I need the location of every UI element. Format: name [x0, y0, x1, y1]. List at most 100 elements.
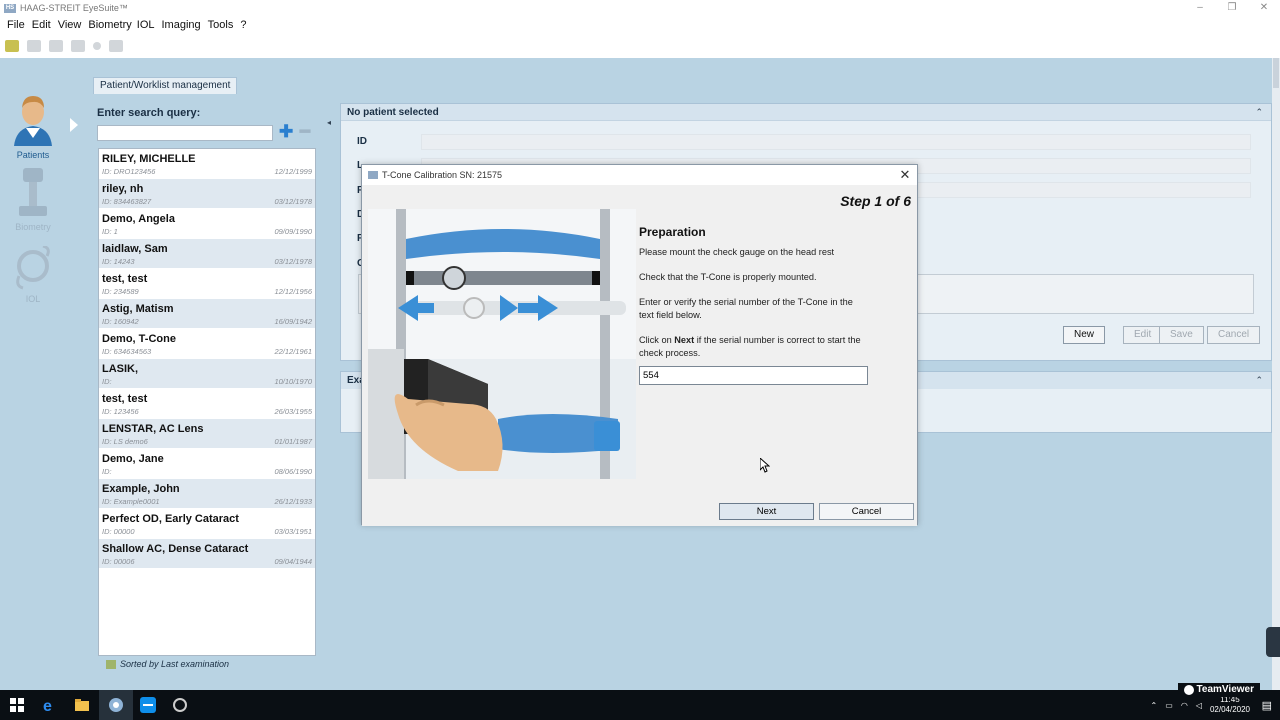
patient-id: ID: 1	[102, 227, 118, 236]
app-logo: HS	[4, 3, 16, 13]
network-icon[interactable]	[109, 39, 123, 52]
serial-number-input[interactable]	[639, 366, 868, 385]
menu-bar: File Edit View Biometry IOL Imaging Tool…	[0, 16, 1280, 33]
patient-id: ID:	[102, 467, 112, 476]
dialog-close-icon[interactable]: ✕	[897, 167, 913, 183]
print-icon[interactable]	[49, 39, 63, 52]
cancel-button[interactable]: Cancel	[819, 503, 914, 520]
patient-row[interactable]: RILEY, MICHELLE ID: DRO123456 12/12/1999	[99, 149, 315, 179]
instruction-1: Please mount the check gauge on the head…	[639, 247, 835, 257]
add-patient-icon[interactable]: ✚	[279, 123, 293, 141]
patient-row[interactable]: Demo, Jane ID: 08/06/1990	[99, 449, 315, 479]
splitter-arrow-icon[interactable]: ◂	[327, 118, 331, 127]
file-explorer-icon[interactable]	[73, 696, 91, 714]
patient-name: test, test	[102, 393, 148, 405]
new-button[interactable]: New	[1063, 326, 1106, 344]
close-window-icon[interactable]: ✕	[1248, 0, 1280, 16]
tab-patient-worklist[interactable]: Patient/Worklist management	[93, 77, 238, 94]
patient-row[interactable]: LASIK, ID: 10/10/1970	[99, 359, 315, 389]
menu-edit[interactable]: Edit	[32, 19, 51, 31]
nav-iol[interactable]: IOL	[10, 244, 56, 304]
patient-row[interactable]: Perfect OD, Early Cataract ID: 00000 03/03…	[99, 509, 315, 539]
menu-view[interactable]: View	[58, 19, 82, 31]
menu-help[interactable]: ?	[240, 19, 246, 31]
dialog-logo-icon	[368, 171, 378, 179]
menu-imaging[interactable]: Imaging	[162, 19, 201, 31]
network-tray-icon[interactable]: ▭	[1165, 701, 1173, 710]
menu-file[interactable]: File	[7, 19, 25, 31]
patient-row[interactable]: Astig, Matism ID: 160942 16/09/1942	[99, 299, 315, 329]
windows-start-icon[interactable]	[8, 696, 26, 714]
patient-dob: 12/12/1999	[274, 167, 312, 176]
patient-id: ID: 634634563	[102, 347, 152, 356]
teamviewer-badge[interactable]: TeamViewer	[1177, 683, 1260, 697]
patient-row[interactable]: test, test ID: 123456 26/03/1955	[99, 389, 315, 419]
patient-dob: 09/09/1990	[274, 227, 312, 236]
vertical-scrollbar[interactable]	[1272, 58, 1280, 690]
save-icon[interactable]	[27, 39, 41, 52]
nav-collapse-arrow-icon[interactable]	[70, 118, 78, 132]
cancel-details-button[interactable]: Cancel	[1207, 326, 1261, 344]
patient-dob: 03/12/1978	[274, 257, 312, 266]
patient-dob: 03/03/1951	[274, 527, 312, 536]
minimize-icon[interactable]: –	[1184, 0, 1216, 16]
collapse-exam-icon[interactable]: ⌃	[1255, 375, 1263, 386]
nav-biometry[interactable]: Biometry	[10, 166, 56, 232]
sort-indicator[interactable]: Sorted by Last examination	[106, 659, 229, 669]
clock[interactable]: 11:45 02/04/2020	[1210, 695, 1250, 715]
sort-label: Sorted by Last examination	[120, 659, 230, 669]
patient-row[interactable]: LENSTAR, AC Lens ID: LS demo6 01/01/1987	[99, 419, 315, 449]
edge-browser-icon[interactable]: e	[41, 696, 59, 714]
patient-id: ID: Example0001	[102, 497, 160, 506]
tcone-calibration-dialog: T-Cone Calibration SN: 21575 ✕ Step 1 of…	[361, 164, 918, 526]
patient-row[interactable]: Demo, Angela ID: 1 09/09/1990	[99, 209, 315, 239]
patient-id: ID: 234589	[102, 287, 139, 296]
nav-patients[interactable]: Patients	[10, 90, 56, 160]
menu-biometry[interactable]: Biometry	[88, 19, 131, 31]
teamviewer-taskbar-icon[interactable]	[139, 696, 157, 714]
search-input[interactable]	[97, 125, 273, 141]
details-header: No patient selected	[341, 104, 1271, 121]
patient-dob: 10/10/1970	[274, 377, 312, 386]
mouse-cursor-icon	[760, 458, 770, 473]
patient-row[interactable]: test, test ID: 234589 12/12/1956	[99, 269, 315, 299]
patient-id: ID: LS demo6	[102, 437, 148, 446]
edit-button[interactable]: Edit	[1123, 326, 1163, 344]
tray-chevron-icon[interactable]: ⌃	[1151, 701, 1158, 710]
patient-name: LASIK,	[102, 363, 139, 375]
patient-row[interactable]: Demo, T-Cone ID: 634634563 22/12/1961	[99, 329, 315, 359]
patient-row[interactable]: riley, nh ID: 834463827 03/12/1978	[99, 179, 315, 209]
export-icon[interactable]	[71, 39, 85, 52]
side-panel-handle[interactable]	[1266, 627, 1280, 657]
sort-icon	[106, 659, 116, 669]
patient-id: ID: 00006	[102, 557, 135, 566]
remove-patient-icon[interactable]: ━	[298, 123, 312, 141]
wifi-icon[interactable]: ◠	[1181, 701, 1188, 710]
collapse-details-icon[interactable]: ⌃	[1255, 107, 1263, 118]
record-icon[interactable]	[93, 41, 101, 50]
patient-id: ID: 160942	[102, 317, 139, 326]
patient-row[interactable]: Shallow AC, Dense Cataract ID: 00006 09/04…	[99, 539, 315, 569]
exit-icon[interactable]	[5, 39, 19, 52]
save-button[interactable]: Save	[1159, 326, 1204, 344]
instruction-4-pre: Click on	[639, 335, 675, 345]
step-indicator: Step 1 of 6	[840, 193, 911, 209]
patient-dob: 01/01/1987	[274, 437, 312, 446]
restore-icon[interactable]: ❐	[1216, 0, 1248, 16]
patient-row[interactable]: laidlaw, Sam ID: 14243 03/12/1978	[99, 239, 315, 269]
patient-name: laidlaw, Sam	[102, 243, 168, 255]
volume-icon[interactable]: ◁	[1196, 701, 1202, 710]
instruction-4: Click on Next if the serial number is co…	[639, 334, 869, 360]
menu-tools[interactable]: Tools	[208, 19, 234, 31]
next-button[interactable]: Next	[719, 503, 814, 520]
patient-row[interactable]: Example, John ID: Example0001 26/12/1933	[99, 479, 315, 509]
notifications-icon[interactable]: ▤	[1262, 699, 1272, 712]
patient-id: ID: 00000	[102, 527, 135, 536]
instruction-3: Enter or verify the serial number of the…	[639, 297, 853, 320]
nav-biometry-label: Biometry	[15, 222, 51, 232]
check-gauge-illustration	[368, 209, 636, 479]
menu-iol[interactable]: IOL	[137, 19, 155, 31]
field-id[interactable]	[421, 134, 1251, 150]
eyesuite-taskbar-icon[interactable]	[99, 690, 133, 720]
tool-app-icon[interactable]	[171, 696, 189, 714]
